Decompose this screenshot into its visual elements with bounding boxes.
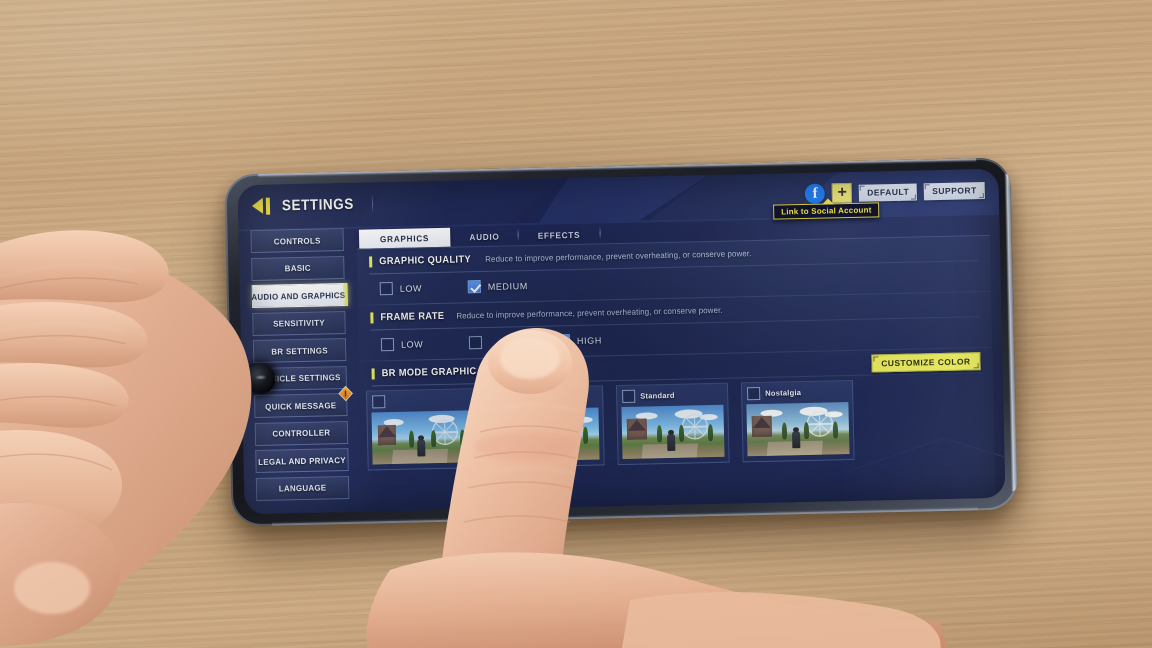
- title-separator: [371, 193, 373, 214]
- support-button[interactable]: SUPPORT: [924, 181, 985, 200]
- style-label: Dynamic: [515, 393, 549, 404]
- option-graphic-quality-low[interactable]: LOW: [379, 280, 468, 296]
- sidebar-item-controller[interactable]: CONTROLLER: [254, 420, 349, 446]
- style-label: Nostalgia: [765, 388, 802, 398]
- section-description: Reduce to improve performance, prevent o…: [484, 249, 752, 264]
- checkbox-low[interactable]: [380, 337, 395, 352]
- left-palm: [0, 244, 252, 637]
- option-label: LOW: [400, 338, 424, 350]
- section-accent-bar: [370, 312, 374, 324]
- checkbox-dynamic[interactable]: [497, 392, 511, 406]
- sidebar-item-audio-and-graphics[interactable]: AUDIO AND GRAPHICS: [251, 283, 346, 309]
- smartphone-device: SETTINGS f + DEFAULT SUPPORT Link to Soc…: [224, 157, 1018, 527]
- sidebar-item-controls[interactable]: CONTROLS: [250, 228, 344, 254]
- sidebar-item-sensitivity[interactable]: SENSITIVITY: [252, 310, 346, 336]
- customize-color-button[interactable]: CUSTOMIZE COLOR: [871, 352, 981, 373]
- sidebar-item-label: QUICK MESSAGE: [265, 399, 337, 412]
- default-button[interactable]: DEFAULT: [858, 183, 918, 202]
- link-social-account-tooltip: Link to Social Account: [773, 198, 880, 220]
- page-title: SETTINGS: [281, 195, 354, 214]
- left-index-finger: [0, 230, 169, 303]
- left-thumb: [0, 502, 121, 647]
- left-ring-finger: [0, 362, 129, 428]
- right-hand-lower: [366, 552, 947, 648]
- section-accent-bar: [371, 368, 375, 380]
- option-graphic-quality-medium[interactable]: MEDIUM: [467, 278, 556, 294]
- right-other-fingers: [622, 592, 941, 648]
- checkbox-medium[interactable]: [467, 280, 481, 294]
- section-title: FRAME RATE: [380, 310, 445, 324]
- sidebar-item-legal-and-privacy[interactable]: LEGAL AND PRIVACY: [255, 447, 349, 473]
- scene-photograph: SETTINGS f + DEFAULT SUPPORT Link to Soc…: [0, 0, 1152, 648]
- style-thumbnail: [496, 407, 600, 462]
- back-arrow-icon: [251, 197, 264, 215]
- checkbox-style[interactable]: [372, 395, 386, 409]
- style-thumbnail: [621, 404, 725, 459]
- phone-screen: SETTINGS f + DEFAULT SUPPORT Link to Soc…: [237, 168, 1006, 515]
- sidebar-item-quick-message[interactable]: QUICK MESSAGE !: [254, 385, 353, 419]
- style-thumbnail: [746, 402, 850, 457]
- tab-divider: [517, 227, 520, 241]
- option-label: MEDIUM: [487, 280, 528, 292]
- badge-text: !: [344, 388, 348, 399]
- section-title: BR MODE GRAPHIC STYLE: [381, 365, 512, 380]
- option-frame-rate-low[interactable]: LOW: [380, 336, 469, 352]
- left-middle-finger: [0, 301, 148, 368]
- back-button[interactable]: [251, 197, 271, 215]
- checkbox-middle[interactable]: [468, 336, 483, 350]
- back-arrow-bar-icon: [265, 197, 271, 215]
- sidebar-item-language[interactable]: LANGUAGE: [255, 475, 350, 501]
- section-title: GRAPHIC QUALITY: [379, 254, 472, 268]
- style-card-hidden[interactable]: [365, 388, 480, 471]
- tooltip-arrow-icon: [821, 198, 835, 205]
- option-label: LOW: [399, 282, 423, 294]
- section-br-mode-graphic-style: BR MODE GRAPHIC STYLE CUSTOMIZE COLOR Dy…: [359, 348, 994, 471]
- option-frame-rate-high[interactable]: HIGH: [556, 332, 645, 348]
- sidebar-item-br-settings[interactable]: BR SETTINGS: [252, 338, 347, 364]
- tooltip-text: Link to Social Account: [781, 205, 872, 217]
- sidebar-item-basic[interactable]: BASIC: [251, 255, 345, 281]
- graphic-style-cards: Dynamic Standard Nostalgia: [360, 373, 995, 471]
- tab-divider: [599, 225, 601, 239]
- left-lower-fingers: [0, 430, 122, 554]
- checkbox-low[interactable]: [379, 281, 393, 296]
- style-card-dynamic[interactable]: Dynamic: [490, 385, 605, 468]
- style-card-nostalgia[interactable]: Nostalgia: [740, 379, 855, 463]
- tab-audio[interactable]: AUDIO: [454, 226, 515, 246]
- settings-sidebar: CONTROLS BASIC AUDIO AND GRAPHICS SENSIT…: [238, 225, 353, 514]
- settings-body: CONTROLS BASIC AUDIO AND GRAPHICS SENSIT…: [238, 211, 1005, 515]
- left-thumb-nail: [14, 562, 90, 614]
- settings-panel: GRAPHIC QUALITY Reduce to improve perfor…: [356, 234, 996, 512]
- style-card-standard[interactable]: Standard: [615, 382, 730, 466]
- left-hand-creases: [0, 277, 139, 471]
- checkbox-nostalgia[interactable]: [747, 386, 761, 401]
- option-frame-rate-middle[interactable]: [468, 334, 557, 350]
- checkbox-standard[interactable]: [622, 389, 636, 403]
- style-thumbnail: [371, 410, 475, 465]
- settings-content: GRAPHICS AUDIO EFFECTS GRAPHIC QUALITY R…: [356, 213, 996, 512]
- tab-effects[interactable]: EFFECTS: [523, 225, 596, 246]
- section-description: Reduce to improve performance, prevent o…: [456, 305, 723, 321]
- phone-speaker-grille: [232, 358, 239, 433]
- tab-graphics[interactable]: GRAPHICS: [358, 227, 451, 249]
- checkbox-high[interactable]: [556, 334, 571, 348]
- option-label: HIGH: [576, 334, 602, 346]
- phone-right-rail: [1004, 173, 1018, 492]
- add-account-button[interactable]: +: [831, 182, 853, 204]
- style-label: Standard: [640, 390, 675, 401]
- section-accent-bar: [369, 256, 373, 268]
